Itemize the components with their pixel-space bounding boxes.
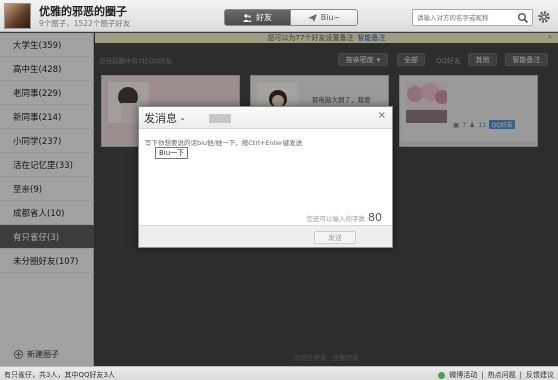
people-icon: [243, 13, 252, 22]
paper-plane-icon: [307, 13, 317, 22]
status-summary: 有只雀仔，共3人，其中QQ好友3人: [4, 371, 115, 379]
gear-icon[interactable]: [537, 10, 551, 24]
app-subtitle: 9个圈子，1522个圈子好友: [39, 19, 131, 28]
status-bar: 有只雀仔，共3人，其中QQ好友3人 微博活动 | 热点问题 | 反馈建议: [0, 366, 558, 380]
hot-questions-link[interactable]: 热点问题: [488, 370, 516, 380]
divider: |: [519, 371, 522, 379]
tab-biu[interactable]: Biu~: [291, 9, 358, 26]
dialog-header: 发消息 - ×: [139, 107, 392, 129]
send-button[interactable]: 发送: [314, 231, 356, 244]
recipient-name-blurred: [209, 114, 231, 123]
dialog-footer: 发送: [139, 225, 392, 247]
app-title: 优雅的邪恶的圈子: [39, 5, 127, 18]
search-icon[interactable]: [517, 12, 529, 24]
status-links: 微博活动 | 热点问题 | 反馈建议: [438, 370, 554, 380]
char-counter-label: 您还可以输入的字数: [306, 215, 366, 223]
dialog-hint: 写下你想要说的话biu他/她一下，按Ctrl+Enter键发送: [145, 139, 303, 147]
weibo-activity-link[interactable]: 微博活动: [449, 370, 477, 380]
biu-tooltip: Biu一下: [155, 147, 189, 159]
avatar[interactable]: [4, 3, 31, 29]
char-counter-value: 80: [368, 211, 382, 224]
title-bar: 优雅的邪恶的圈子 9个圈子，1522个圈子好友 好友 Biu~: [0, 0, 558, 32]
tab-friends[interactable]: 好友: [224, 9, 291, 26]
dialog-title: 发消息 -: [144, 112, 185, 125]
close-icon[interactable]: ×: [378, 110, 386, 121]
tab-biu-label: Biu~: [320, 13, 341, 22]
feedback-link[interactable]: 反馈建议: [526, 370, 554, 380]
tab-friends-label: 好友: [256, 13, 272, 22]
char-counter: 您还可以输入的字数 80: [307, 211, 383, 224]
divider: |: [481, 371, 484, 379]
weibo-icon: [438, 371, 446, 379]
search-box: [412, 9, 533, 26]
tab-bar: 好友 Biu~: [224, 9, 358, 26]
search-input[interactable]: [413, 10, 513, 25]
send-message-dialog: 发消息 - × 写下你想要说的话biu他/她一下，按Ctrl+Enter键发送 …: [138, 106, 393, 248]
